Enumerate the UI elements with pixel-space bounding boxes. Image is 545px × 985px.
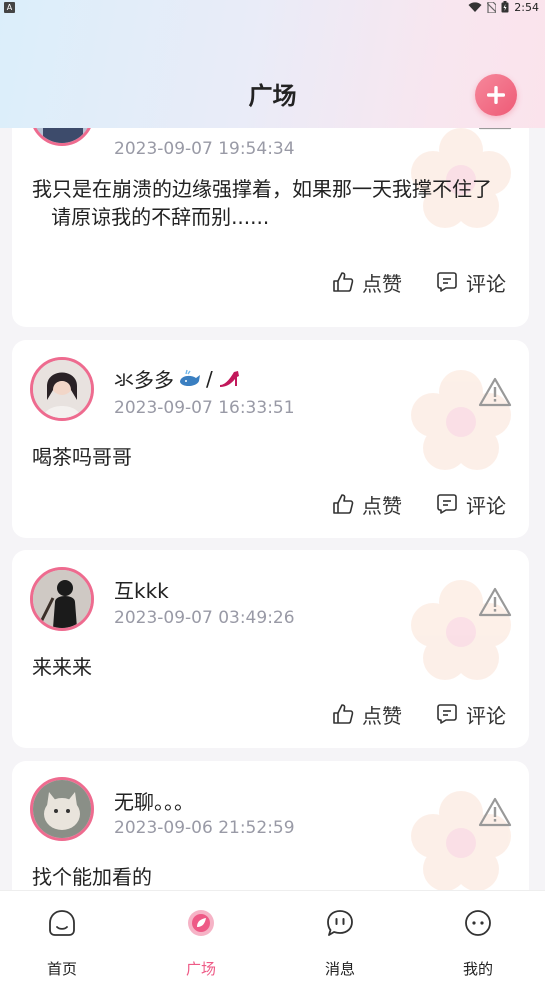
- like-label: 点赞: [362, 703, 402, 728]
- comment-icon: [437, 494, 457, 514]
- nav-label-profile: 我的: [462, 960, 493, 978]
- like-label: 点赞: [362, 271, 402, 296]
- post-feed[interactable]: 2023-09-07 19:54:34 我只是在崩溃的边缘强撑着，如果那一天我撑…: [0, 128, 545, 890]
- comment-button[interactable]: 评论: [436, 267, 506, 297]
- post-username: 氺多多 /: [114, 364, 241, 393]
- like-label: 点赞: [362, 493, 402, 518]
- no-sim-icon: [487, 1, 497, 13]
- post-card: 无聊。。。 2023-09-06 21:52:59 找个能加看的 点赞 评论: [12, 761, 529, 890]
- post-card: 氺多多 / 2023-09-07 16:33:51 喝茶吗哥哥 点赞 评论: [12, 340, 529, 538]
- battery-icon: [501, 1, 509, 13]
- status-time: 2:54: [514, 0, 539, 14]
- report-warning-icon[interactable]: [478, 587, 512, 617]
- post-content: 喝茶吗哥哥: [32, 445, 132, 469]
- nav-label-plaza: 广场: [185, 960, 216, 978]
- report-warning-icon[interactable]: [478, 377, 512, 407]
- post-card: 2023-09-07 19:54:34 我只是在崩溃的边缘强撑着，如果那一天我撑…: [12, 128, 529, 327]
- comment-icon: [437, 272, 457, 292]
- whale-emoji-icon: [180, 369, 200, 386]
- post-card: 互kkk 2023-09-07 03:49:26 来来来 点赞 评论: [12, 550, 529, 748]
- like-button[interactable]: 点赞: [332, 267, 402, 297]
- comment-label: 评论: [466, 271, 506, 296]
- post-timestamp: 2023-09-06 21:52:59: [114, 818, 295, 838]
- like-button[interactable]: 点赞: [332, 699, 402, 729]
- page-title: 广场: [248, 82, 297, 110]
- thumbs-up-icon: [333, 704, 354, 724]
- avatar[interactable]: [30, 567, 94, 631]
- comment-button[interactable]: 评论: [436, 699, 506, 729]
- post-content: 我只是在崩溃的边缘强撑着，如果那一天我撑不住了 请原谅我的不辞而别......: [32, 177, 492, 229]
- username-slash: /: [206, 366, 213, 391]
- nav-item-home[interactable]: 首页: [2, 891, 122, 985]
- comment-button[interactable]: 评论: [436, 489, 506, 519]
- comment-label: 评论: [466, 703, 506, 728]
- profile-icon: [465, 910, 491, 936]
- home-icon: [49, 910, 75, 936]
- thumbs-up-icon: [333, 494, 354, 514]
- like-button[interactable]: 点赞: [332, 489, 402, 519]
- app-notification-icon: A: [4, 2, 15, 13]
- post-username: 互kkk: [114, 579, 169, 603]
- avatar[interactable]: [30, 777, 94, 841]
- nav-item-messages[interactable]: 消息: [280, 891, 400, 985]
- high-heel-emoji-icon: [219, 370, 239, 387]
- avatar-image: [33, 360, 91, 418]
- comment-label: 评论: [466, 493, 506, 518]
- post-timestamp: 2023-09-07 16:33:51: [114, 398, 295, 418]
- avatar[interactable]: [30, 128, 94, 146]
- nav-item-profile[interactable]: 我的: [418, 891, 538, 985]
- post-content: 来来来: [32, 655, 92, 679]
- add-post-button[interactable]: [475, 74, 517, 116]
- post-username: 无聊。。。: [114, 790, 194, 814]
- wifi-icon: [468, 1, 482, 12]
- avatar-image: [33, 570, 91, 628]
- bottom-navigation: 首页 广场 消息 我的: [0, 890, 545, 985]
- post-timestamp: 2023-09-07 19:54:34: [114, 139, 295, 159]
- nav-label-home: 首页: [46, 960, 77, 978]
- avatar[interactable]: [30, 357, 94, 421]
- post-actions: 点赞 评论: [12, 699, 529, 729]
- status-bar: A 2:54: [0, 0, 545, 16]
- post-timestamp: 2023-09-07 03:49:26: [114, 608, 295, 628]
- post-actions: 点赞 评论: [12, 489, 529, 519]
- report-warning-icon[interactable]: [478, 128, 512, 130]
- status-indicators: 2:54: [468, 0, 539, 14]
- plaza-icon: [188, 910, 214, 936]
- avatar-image: [33, 780, 91, 838]
- thumbs-up-icon: [333, 272, 354, 292]
- post-content: 找个能加看的: [32, 865, 152, 889]
- message-icon: [327, 910, 353, 936]
- comment-icon: [437, 704, 457, 724]
- post-actions: 点赞 评论: [12, 267, 529, 297]
- nav-label-messages: 消息: [324, 960, 355, 978]
- report-warning-icon[interactable]: [478, 797, 512, 827]
- plus-icon: [487, 86, 505, 104]
- nav-item-plaza[interactable]: 广场: [141, 891, 261, 985]
- avatar-image: [33, 128, 91, 143]
